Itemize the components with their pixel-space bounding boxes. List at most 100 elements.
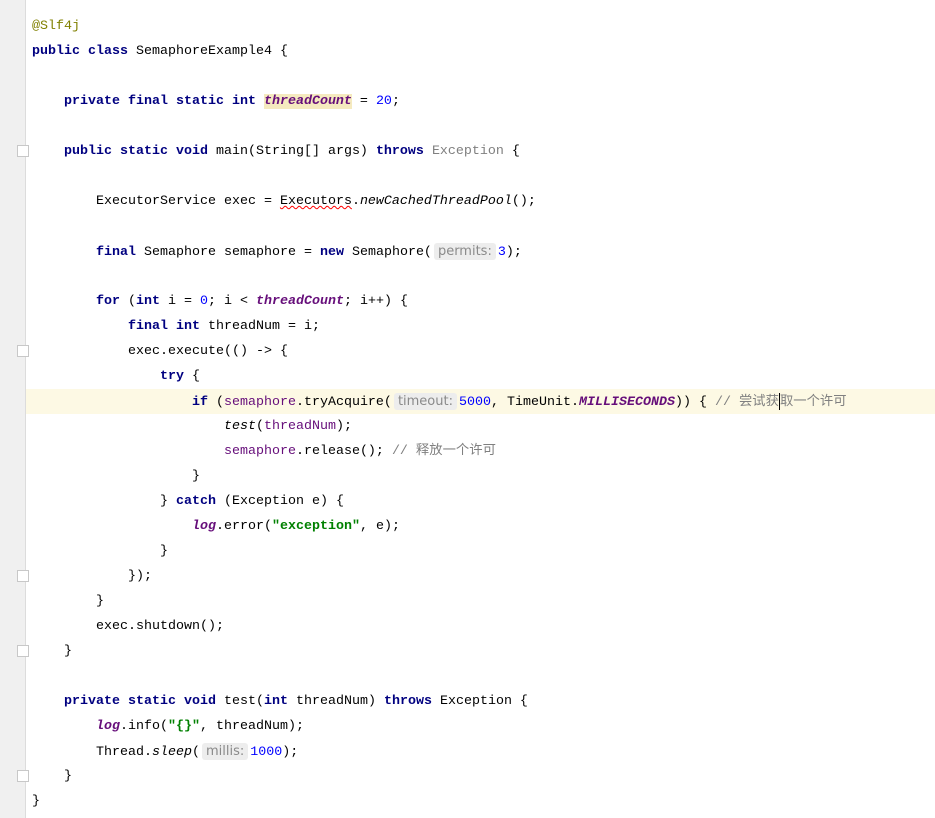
code-line[interactable]: } — [32, 589, 935, 614]
code-token: try — [32, 369, 192, 384]
code-token: Semaphore( — [351, 245, 432, 260]
code-token: 0 — [199, 294, 208, 309]
code-line[interactable] — [32, 264, 935, 289]
code-line[interactable]: try { — [32, 364, 935, 389]
code-token: (); — [511, 194, 536, 209]
code-token: ( — [127, 294, 136, 309]
code-token: test — [223, 419, 256, 434]
code-token: int — [263, 694, 296, 709]
code-token: final int — [32, 319, 208, 334]
code-line[interactable]: public static void main(String[] args) t… — [32, 139, 935, 164]
code-line[interactable]: }); — [32, 564, 935, 589]
code-token: = — [351, 94, 376, 109]
code-line[interactable]: } — [32, 789, 935, 814]
code-token: @Slf4j — [32, 19, 80, 34]
code-token: int — [135, 294, 168, 309]
code-line[interactable] — [32, 664, 935, 689]
code-line[interactable] — [32, 64, 935, 89]
code-token: 1000 — [250, 745, 283, 760]
code-token: { — [503, 144, 520, 159]
code-line[interactable] — [32, 164, 935, 189]
fold-toggle-lambda-end[interactable] — [17, 570, 29, 582]
code-line[interactable]: } — [32, 764, 935, 789]
code-line[interactable]: log.info("{}", threadNum); — [32, 714, 935, 739]
editor-gutter — [0, 0, 26, 818]
code-token: SemaphoreExample4 — [135, 44, 272, 59]
code-line[interactable]: } — [32, 639, 935, 664]
code-token: i = — [167, 294, 200, 309]
code-line[interactable]: final int threadNum = i; — [32, 314, 935, 339]
code-token: .info( — [120, 719, 168, 734]
code-line[interactable]: if (semaphore.tryAcquire(timeout: 5000, T… — [26, 389, 935, 414]
code-line[interactable]: for (int i = 0; i < threadCount; i++) { — [32, 289, 935, 314]
code-line[interactable]: public class SemaphoreExample4 { — [32, 39, 935, 64]
code-token: } — [32, 644, 72, 659]
code-line[interactable]: @Slf4j — [32, 14, 935, 39]
code-token: private static void — [32, 694, 224, 709]
code-token: sleep — [151, 745, 192, 760]
code-token: } — [32, 494, 176, 509]
code-token: MILLISECONDS — [578, 395, 675, 410]
code-line[interactable]: } — [32, 464, 935, 489]
code-token: ); — [505, 245, 522, 260]
code-token: test( — [223, 694, 264, 709]
code-token: } — [32, 594, 104, 609]
code-token: // 释放一个许可 — [391, 444, 496, 459]
code-line[interactable]: log.error("exception", e); — [32, 514, 935, 539]
code-token: newCachedThreadPool — [359, 194, 512, 209]
code-token: for — [32, 294, 128, 309]
fold-toggle-main[interactable] — [17, 145, 29, 157]
code-line[interactable]: exec.shutdown(); — [32, 614, 935, 639]
code-token: ); — [335, 419, 352, 434]
code-token: )) { — [674, 395, 715, 410]
code-token: throws — [375, 144, 432, 159]
code-token: "{}" — [168, 719, 200, 734]
code-line[interactable]: final Semaphore semaphore = new Semaphor… — [32, 239, 935, 264]
code-line[interactable]: } — [32, 539, 935, 564]
code-token: ( — [191, 745, 200, 760]
code-line[interactable]: private static void test(int threadNum) … — [32, 689, 935, 714]
code-token: 取一个许可 — [779, 395, 847, 410]
code-line[interactable]: test(threadNum); — [32, 414, 935, 439]
code-token: }); — [32, 569, 152, 584]
code-line[interactable]: exec.execute(() -> { — [32, 339, 935, 364]
code-token: exec.shutdown(); — [32, 619, 224, 634]
code-token: } — [32, 769, 72, 784]
code-token: exec.execute(() -> { — [32, 344, 288, 359]
code-token: final — [32, 245, 144, 260]
code-line[interactable]: semaphore.release(); // 释放一个许可 — [32, 439, 935, 464]
parameter-hint: millis: — [201, 743, 249, 760]
code-token: ; — [391, 94, 400, 109]
code-token: , e); — [359, 519, 400, 534]
code-token: catch — [175, 494, 224, 509]
fold-toggle-test-end[interactable] — [17, 770, 29, 782]
code-line[interactable]: Thread.sleep(millis: 1000); — [32, 739, 935, 764]
code-token: .tryAcquire( — [295, 395, 392, 410]
code-token: semaphore — [223, 444, 296, 459]
code-editor[interactable]: @Slf4j public class SemaphoreExample4 { p… — [26, 14, 935, 814]
code-token: ExecutorService exec = — [32, 194, 280, 209]
code-token: Exception — [431, 144, 504, 159]
code-token: { — [271, 44, 288, 59]
code-token: Semaphore semaphore = — [143, 245, 320, 260]
code-line[interactable]: ExecutorService exec = Executors.newCach… — [32, 189, 935, 214]
parameter-hint: permits: — [433, 243, 496, 260]
code-token: { — [191, 369, 200, 384]
code-line[interactable] — [32, 114, 935, 139]
code-token: ( — [215, 395, 224, 410]
code-token: (Exception e) { — [223, 494, 344, 509]
code-line[interactable]: } catch (Exception e) { — [32, 489, 935, 514]
code-token: 3 — [497, 245, 506, 260]
code-line[interactable]: private final static int threadCount = 2… — [32, 89, 935, 114]
code-line[interactable] — [32, 214, 935, 239]
code-token: "exception" — [271, 519, 360, 534]
code-token: log — [96, 719, 120, 734]
fold-toggle-main-end[interactable] — [17, 645, 29, 657]
code-token: . — [351, 194, 360, 209]
code-token: threadNum — [263, 419, 336, 434]
code-token: , threadNum); — [200, 719, 304, 734]
fold-toggle-lambda[interactable] — [17, 345, 29, 357]
